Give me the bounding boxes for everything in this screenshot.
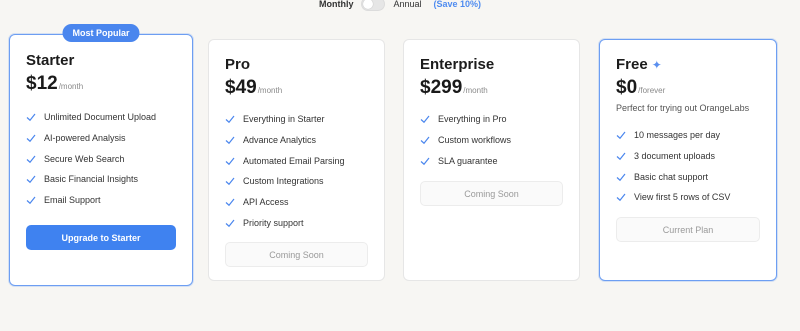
plan-name: Pro (225, 56, 251, 73)
plan-price: $12 /month (26, 73, 83, 95)
check-icon (26, 176, 36, 184)
price-amount: $49 (225, 77, 257, 98)
feature-label: Custom workflows (438, 135, 512, 146)
feature-item: AI-powered Analysis (26, 128, 156, 149)
feature-item: Basic chat support (616, 166, 730, 187)
plan-price: $299 /month (420, 77, 488, 99)
billing-toggle-bar: Monthly Annual (Save 10%) (0, 0, 800, 12)
price-period: /month (463, 86, 488, 95)
feature-item: Priority support (225, 212, 345, 233)
feature-item: Automated Email Parsing (225, 150, 345, 171)
feature-label: Custom Integrations (243, 176, 324, 187)
plan-price: $0 /forever (616, 77, 665, 99)
feature-label: SLA guarantee (438, 155, 498, 166)
feature-label: Everything in Starter (243, 114, 325, 125)
feature-item: SLA guarantee (420, 150, 511, 171)
feature-item: Secure Web Search (26, 148, 156, 169)
check-icon (616, 194, 626, 202)
check-icon (616, 131, 626, 140)
feature-item: 10 messages per day (616, 125, 730, 146)
price-amount: $0 (616, 77, 638, 98)
current-plan-button[interactable]: Current Plan (616, 217, 760, 242)
plan-card-pro: Pro $49 /month Everything in Starter Adv… (208, 39, 385, 281)
feature-item: Unlimited Document Upload (26, 107, 156, 128)
price-period: /month (257, 86, 283, 95)
feature-list: Everything in Starter Advance Analytics … (225, 109, 345, 233)
feature-item: 3 document uploads (616, 146, 730, 167)
toggle-knob (363, 0, 374, 9)
check-icon (26, 155, 36, 163)
check-icon (26, 134, 36, 143)
check-icon (420, 157, 430, 165)
feature-label: Automated Email Parsing (243, 155, 345, 166)
feature-label: Basic chat support (634, 171, 709, 182)
check-icon (616, 152, 626, 161)
feature-label: 3 document uploads (634, 151, 716, 162)
feature-list: Unlimited Document Upload AI-powered Ana… (26, 107, 156, 210)
feature-item: Everything in Starter (225, 109, 345, 130)
plan-card-free: Free ✦ $0 /forever Perfect for trying out… (599, 39, 777, 281)
monthly-label[interactable]: Monthly (319, 0, 354, 9)
plan-name: Starter (26, 52, 75, 69)
feature-item: View first 5 rows of CSV (616, 187, 730, 208)
feature-label: Advance Analytics (243, 135, 317, 146)
price-period: /month (58, 82, 84, 91)
plan-description: Perfect for trying out OrangeLabs (616, 103, 750, 113)
feature-label: Priority support (243, 217, 304, 228)
feature-item: Custom Integrations (225, 171, 345, 192)
feature-item: Email Support (26, 190, 156, 211)
plan-name: Enterprise (420, 56, 495, 73)
plan-name-label: Free (616, 56, 648, 73)
feature-item: Advance Analytics (225, 130, 345, 151)
check-icon (225, 136, 235, 145)
feature-label: Everything in Pro (438, 114, 507, 125)
upgrade-to-starter-button[interactable]: Upgrade to Starter (26, 225, 176, 250)
billing-period-toggle[interactable] (361, 0, 386, 11)
plan-card-starter: Most Popular Starter $12 /month Unlimite… (9, 24, 193, 286)
feature-item: API Access (225, 192, 345, 213)
annual-savings-label: (Save 10%) (433, 0, 482, 9)
feature-list: Everything in Pro Custom workflows SLA g… (420, 109, 511, 171)
feature-list: 10 messages per day 3 document uploads B… (616, 125, 730, 208)
check-icon (26, 196, 36, 205)
feature-label: Email Support (44, 195, 101, 206)
annual-label[interactable]: Annual (393, 0, 421, 9)
check-icon (420, 136, 430, 145)
feature-label: 10 messages per day (634, 130, 721, 141)
feature-label: API Access (243, 197, 289, 208)
plan-price: $49 /month (225, 77, 282, 99)
most-popular-badge: Most Popular (62, 24, 140, 42)
plan-name: Free ✦ (616, 56, 662, 73)
coming-soon-button[interactable]: Coming Soon (420, 181, 563, 206)
check-icon (225, 178, 235, 186)
check-icon (420, 115, 430, 124)
check-icon (225, 115, 235, 124)
price-amount: $299 (420, 77, 463, 98)
check-icon (26, 113, 36, 122)
feature-label: AI-powered Analysis (44, 133, 126, 144)
coming-soon-button[interactable]: Coming Soon (225, 242, 368, 267)
check-icon (225, 198, 235, 207)
feature-item: Custom workflows (420, 130, 511, 151)
check-icon (225, 157, 235, 165)
price-period: /forever (638, 86, 666, 95)
feature-item: Basic Financial Insights (26, 169, 156, 190)
feature-label: Basic Financial Insights (44, 174, 139, 185)
feature-label: Unlimited Document Upload (44, 112, 157, 123)
feature-item: Everything in Pro (420, 109, 511, 130)
feature-label: Secure Web Search (44, 153, 125, 164)
price-amount: $12 (26, 73, 58, 94)
check-icon (225, 219, 235, 227)
plan-card-enterprise: Enterprise $299 /month Everything in Pro… (403, 39, 580, 281)
check-icon (616, 173, 626, 181)
sparkle-icon: ✦ (651, 58, 662, 72)
feature-label: View first 5 rows of CSV (634, 192, 731, 203)
